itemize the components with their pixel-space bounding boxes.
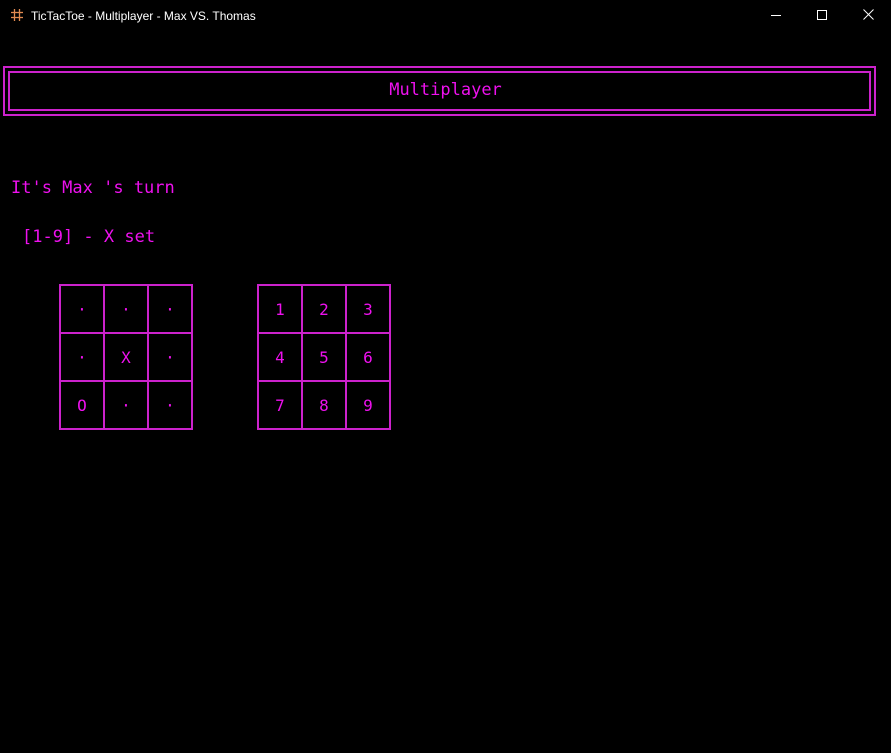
maximize-button[interactable] bbox=[799, 0, 845, 32]
keypad-cell: 7 bbox=[259, 382, 303, 430]
board-cell: · bbox=[149, 382, 193, 430]
keypad-cell: 5 bbox=[303, 334, 347, 382]
board-cell: · bbox=[61, 286, 105, 334]
board-cell: · bbox=[61, 334, 105, 382]
board-cell: O bbox=[61, 382, 105, 430]
board-cell: · bbox=[149, 286, 193, 334]
keypad-cell: 8 bbox=[303, 382, 347, 430]
board-cell: · bbox=[105, 286, 149, 334]
keypad-cell: 6 bbox=[347, 334, 391, 382]
page-title: Multiplayer bbox=[389, 80, 502, 100]
keypad-cell: 4 bbox=[259, 334, 303, 382]
maximize-icon bbox=[817, 9, 827, 23]
header-banner: Multiplayer bbox=[3, 66, 876, 116]
keypad-cell: 1 bbox=[259, 286, 303, 334]
minimize-button[interactable] bbox=[753, 0, 799, 32]
close-icon bbox=[862, 9, 874, 23]
input-hint: [1-9] - X set bbox=[22, 227, 156, 247]
keypad-reference: 1 2 3 4 5 6 7 8 9 bbox=[257, 284, 391, 430]
minimize-icon bbox=[771, 9, 781, 23]
close-button[interactable] bbox=[845, 0, 891, 32]
keypad-cell: 3 bbox=[347, 286, 391, 334]
game-board: · · · · X · O · · bbox=[59, 284, 193, 430]
header-banner-inner: Multiplayer bbox=[8, 71, 871, 111]
board-cell: · bbox=[105, 382, 149, 430]
hash-icon bbox=[10, 8, 24, 22]
app-window: TicTacToe - Multiplayer - Max VS. Thomas bbox=[0, 0, 891, 753]
keypad-cell: 9 bbox=[347, 382, 391, 430]
title-bar[interactable]: TicTacToe - Multiplayer - Max VS. Thomas bbox=[0, 0, 891, 32]
window-title: TicTacToe - Multiplayer - Max VS. Thomas bbox=[31, 9, 256, 23]
board-cell: X bbox=[105, 334, 149, 382]
board-cell: · bbox=[149, 334, 193, 382]
turn-status: It's Max 's turn bbox=[11, 178, 175, 198]
keypad-cell: 2 bbox=[303, 286, 347, 334]
